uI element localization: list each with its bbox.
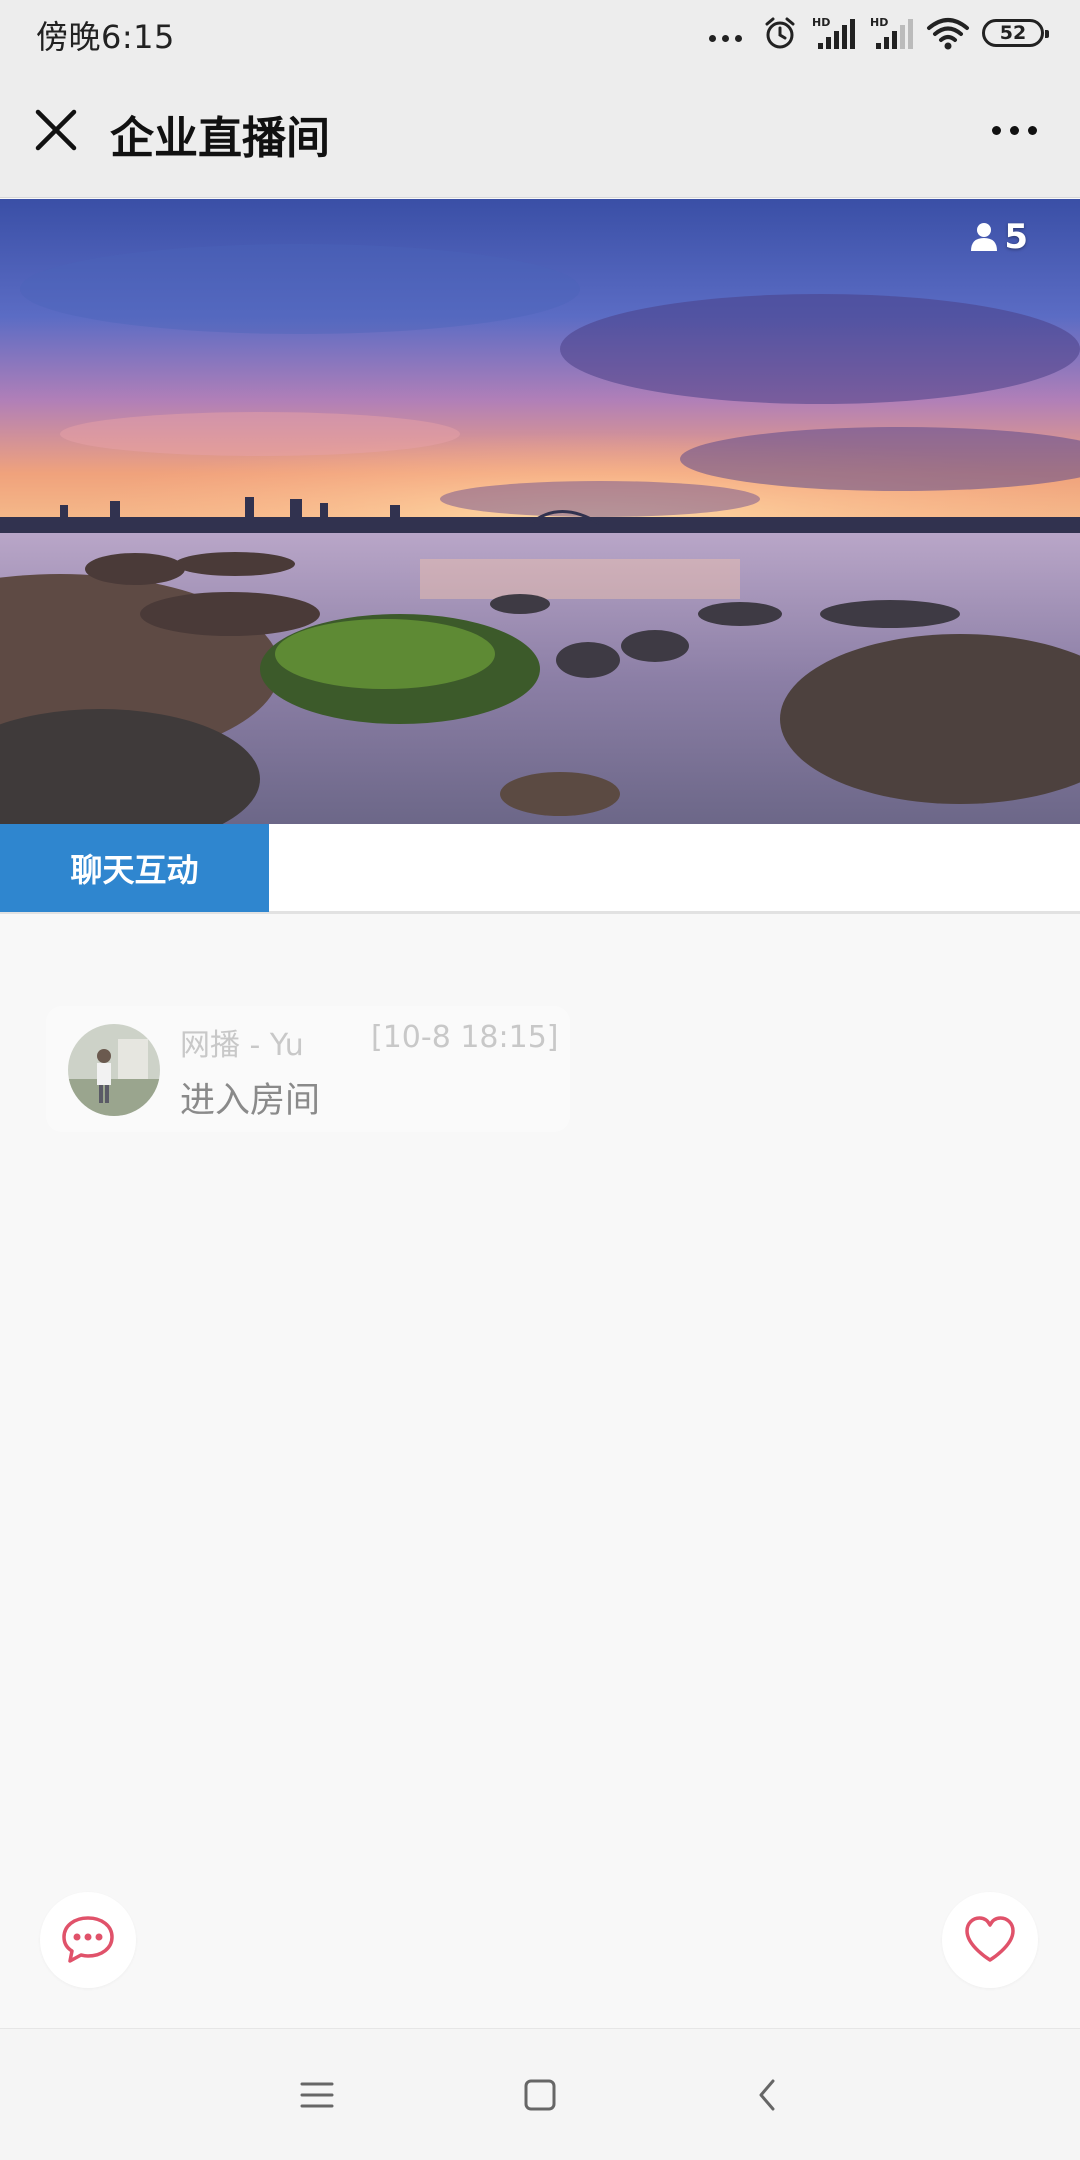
- page-title: 企业直播间: [110, 113, 330, 164]
- chat-text: 进入房间: [180, 1081, 321, 1121]
- chat-message: 网播 - Yu [10-8 18:15] 进入房间: [46, 1006, 570, 1132]
- heart-icon: [965, 1916, 1015, 1962]
- more-icon: [991, 125, 1001, 135]
- close-button[interactable]: [30, 104, 82, 156]
- back-icon: [759, 2079, 775, 2111]
- network-label: HD: [812, 16, 830, 29]
- chat-timestamp: [10-8 18:15]: [371, 1020, 559, 1055]
- status-bar: 傍晚6:15 HD HD 52: [0, 0, 1080, 66]
- title-bar: 企业直播间: [0, 66, 1080, 198]
- home-button[interactable]: [510, 2065, 570, 2125]
- wifi-icon: [927, 18, 969, 50]
- sunset-harbor-photo: [0, 199, 1080, 824]
- system-nav-bar: [0, 2028, 1080, 2160]
- status-time: 傍晚6:15: [36, 18, 175, 56]
- like-button[interactable]: [942, 1892, 1038, 1988]
- signal-icon: HD: [870, 16, 913, 49]
- tab-bar: 聊天互动: [0, 824, 1080, 914]
- back-button[interactable]: [738, 2065, 798, 2125]
- live-banner: 5: [0, 199, 1080, 824]
- close-icon: [35, 109, 77, 151]
- chat-bubble-icon: [62, 1916, 114, 1963]
- viewer-count-value: 5: [1004, 217, 1028, 257]
- user-icon: [971, 223, 998, 251]
- viewer-count: 5: [970, 217, 1028, 257]
- home-icon: [524, 2079, 556, 2111]
- network-label: HD: [870, 16, 888, 29]
- status-icons: HD HD 52: [709, 10, 1049, 56]
- battery-icon: 52: [982, 19, 1049, 47]
- chat-username: 网播 - Yu: [180, 1028, 304, 1063]
- live-room-screen: 傍晚6:15 HD HD 52 企业直播间 5 聊天互动 网播 - Yu [10…: [0, 0, 1080, 2160]
- menu-icon: [300, 2082, 334, 2108]
- battery-level: 52: [999, 22, 1027, 44]
- menu-button[interactable]: [287, 2065, 347, 2125]
- chat-button[interactable]: [40, 1892, 136, 1988]
- more-dots-icon: [709, 34, 742, 42]
- alarm-icon: [765, 17, 795, 49]
- more-button[interactable]: [984, 110, 1044, 150]
- signal-icon: HD: [812, 16, 855, 49]
- tab-chat-interaction[interactable]: 聊天互动: [0, 824, 269, 912]
- avatar: [68, 1024, 160, 1116]
